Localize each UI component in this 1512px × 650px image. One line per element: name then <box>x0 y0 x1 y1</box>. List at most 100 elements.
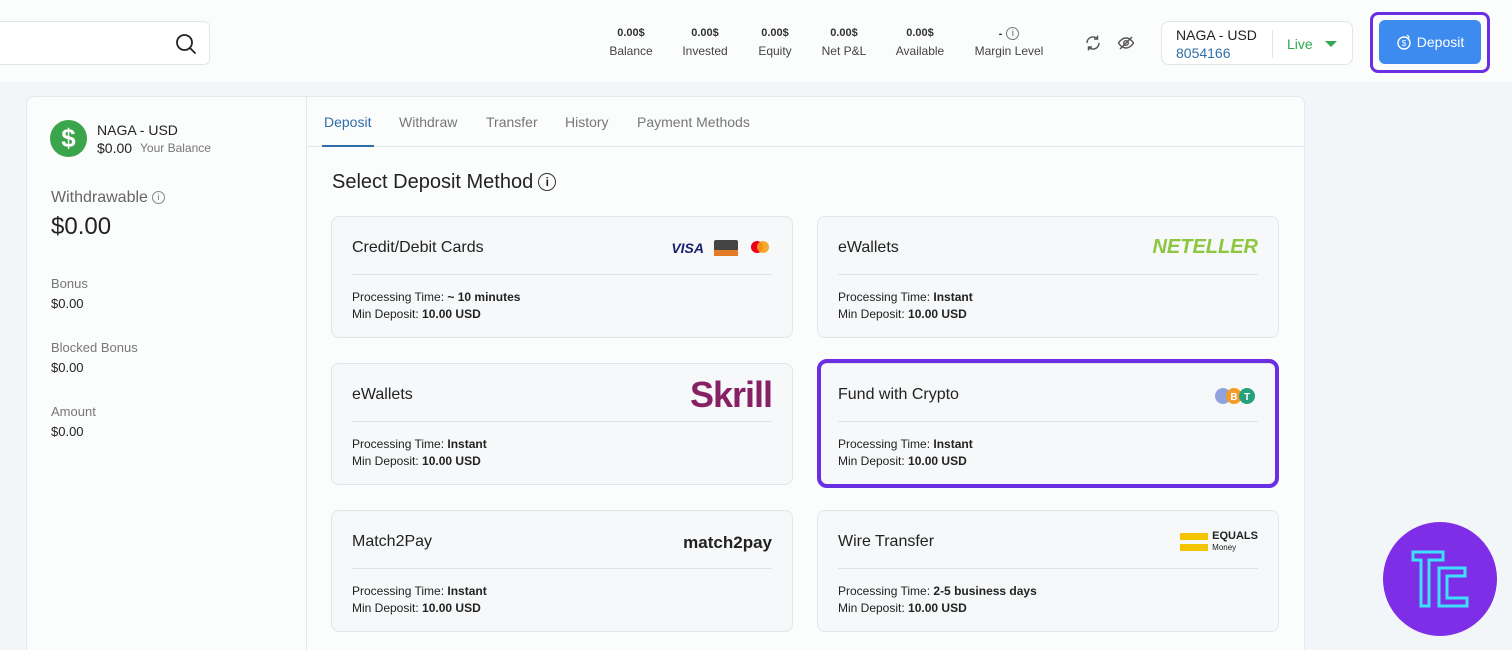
search-input[interactable] <box>0 21 210 65</box>
min-deposit-value: 10.00 USD <box>422 454 481 468</box>
method-card-match2pay[interactable]: Match2Pay match2pay Processing Time: Ins… <box>331 510 793 632</box>
method-title: eWallets <box>838 239 899 256</box>
method-card-neteller[interactable]: eWallets NETELLER Processing Time: Insta… <box>817 216 1279 338</box>
min-deposit-label: Min Deposit: <box>352 454 419 468</box>
page-title: Select Deposit Method i <box>332 171 557 194</box>
discover-icon <box>714 240 738 256</box>
watermark-logo <box>1383 522 1497 636</box>
bonus-label: Bonus <box>51 276 88 291</box>
processing-label: Processing Time: <box>838 437 931 451</box>
active-tab-indicator <box>322 145 374 147</box>
processing-time: Processing Time: Instant <box>352 437 487 451</box>
account-mode: Live <box>1287 36 1313 52</box>
deposit-icon: $ <box>1397 34 1411 50</box>
divider <box>352 274 772 275</box>
processing-label: Processing Time: <box>838 290 931 304</box>
tab-transfer[interactable]: Transfer <box>486 114 538 130</box>
method-card-cards[interactable]: Credit/Debit Cards VISA Processing Time:… <box>331 216 793 338</box>
stat-label: Equity <box>758 44 792 58</box>
stat-balance: 0.00$ Balance <box>606 27 656 58</box>
search-icon[interactable] <box>175 33 197 55</box>
stat-label: Balance <box>609 44 653 58</box>
processing-time: Processing Time: ~ 10 minutes <box>352 290 520 304</box>
min-deposit: Min Deposit: 10.00 USD <box>838 601 967 615</box>
method-card-wire[interactable]: Wire Transfer EQUALS Money Processing Ti… <box>817 510 1279 632</box>
svg-text:T: T <box>1244 392 1250 403</box>
min-deposit-value: 10.00 USD <box>908 601 967 615</box>
stat-available: 0.00$ Available <box>892 27 948 58</box>
stat-value: 0.00$ <box>761 27 789 39</box>
withdrawable-label: Withdrawable i <box>51 189 165 207</box>
info-icon[interactable]: i <box>151 191 165 204</box>
processing-label: Processing Time: <box>352 584 445 598</box>
amount-value: $0.00 <box>51 424 84 439</box>
method-title: Fund with Crypto <box>838 386 959 403</box>
min-deposit-label: Min Deposit: <box>838 601 905 615</box>
account-selector[interactable]: NAGA - USD 8054166 Live <box>1161 21 1353 65</box>
page-title-text: Select Deposit Method <box>332 171 534 193</box>
info-icon[interactable]: i <box>1006 27 1020 40</box>
divider <box>352 421 772 422</box>
divider <box>838 421 1258 422</box>
withdrawable-value: $0.00 <box>51 213 112 240</box>
divider <box>838 568 1258 569</box>
equals-sub: Money <box>1212 543 1237 552</box>
dollar-icon: $ <box>50 120 87 157</box>
blocked-bonus-label: Blocked Bonus <box>51 340 138 355</box>
stat-invested: 0.00$ Invested <box>680 27 730 58</box>
caret-down-icon[interactable] <box>1325 41 1337 47</box>
processing-value: Instant <box>933 290 973 304</box>
account-name: NAGA - USD <box>97 122 178 138</box>
tab-history[interactable]: History <box>565 114 609 130</box>
mastercard-icon <box>751 241 769 253</box>
card-logos: VISA <box>671 239 772 257</box>
tc-logo-icon <box>1411 550 1469 608</box>
min-deposit: Min Deposit: 10.00 USD <box>352 601 481 615</box>
method-card-crypto[interactable]: Fund with Crypto B T Processing Time: In… <box>817 363 1279 485</box>
blocked-bonus-value: $0.00 <box>51 360 84 375</box>
processing-time: Processing Time: Instant <box>838 437 973 451</box>
balance-label: Your Balance <box>140 141 211 155</box>
withdrawable-text: Withdrawable <box>51 189 148 206</box>
tab-payment-methods[interactable]: Payment Methods <box>637 114 750 130</box>
method-title: Wire Transfer <box>838 533 935 550</box>
processing-time: Processing Time: Instant <box>352 584 487 598</box>
refresh-icon[interactable] <box>1084 34 1102 52</box>
stat-label: Invested <box>682 44 728 58</box>
divider <box>352 568 772 569</box>
min-deposit-value: 10.00 USD <box>422 307 481 321</box>
neteller-logo: NETELLER <box>1152 236 1258 258</box>
min-deposit-value: 10.00 USD <box>908 454 967 468</box>
min-deposit-value: 10.00 USD <box>422 601 481 615</box>
min-deposit-label: Min Deposit: <box>838 454 905 468</box>
processing-label: Processing Time: <box>838 584 931 598</box>
method-title: Credit/Debit Cards <box>352 239 484 256</box>
processing-value: Instant <box>447 584 487 598</box>
min-deposit: Min Deposit: 10.00 USD <box>352 454 481 468</box>
processing-time: Processing Time: 2-5 business days <box>838 584 1037 598</box>
deposit-button[interactable]: $ Deposit <box>1379 20 1481 64</box>
stat-value: 0.00$ <box>830 27 858 39</box>
bonus-value: $0.00 <box>51 296 84 311</box>
top-bar: 0.00$ Balance 0.00$ Invested 0.00$ Equit… <box>0 0 1512 82</box>
account-balance: $0.00 <box>97 140 133 156</box>
equals-logo: EQUALS Money <box>1180 530 1258 554</box>
amount-label: Amount <box>51 404 96 419</box>
min-deposit: Min Deposit: 10.00 USD <box>838 454 967 468</box>
method-card-skrill[interactable]: eWallets Skrill Processing Time: Instant… <box>331 363 793 485</box>
hide-eye-icon[interactable] <box>1117 34 1135 52</box>
tab-bar: Deposit Withdraw Transfer History Paymen… <box>307 97 1305 147</box>
stat-label: Net P&L <box>821 44 867 58</box>
equals-mark-icon <box>1180 533 1209 551</box>
stat-value: 0.00$ <box>906 27 934 39</box>
method-title: Match2Pay <box>352 533 433 550</box>
info-icon[interactable]: i <box>538 173 557 191</box>
stat-label: Available <box>895 44 945 58</box>
stat-equity: 0.00$ Equity <box>750 27 800 58</box>
tab-deposit[interactable]: Deposit <box>324 114 371 130</box>
stat-value: - <box>998 28 1003 40</box>
min-deposit-value: 10.00 USD <box>908 307 967 321</box>
divider <box>838 274 1258 275</box>
tab-withdraw[interactable]: Withdraw <box>399 114 457 130</box>
processing-time: Processing Time: Instant <box>838 290 973 304</box>
